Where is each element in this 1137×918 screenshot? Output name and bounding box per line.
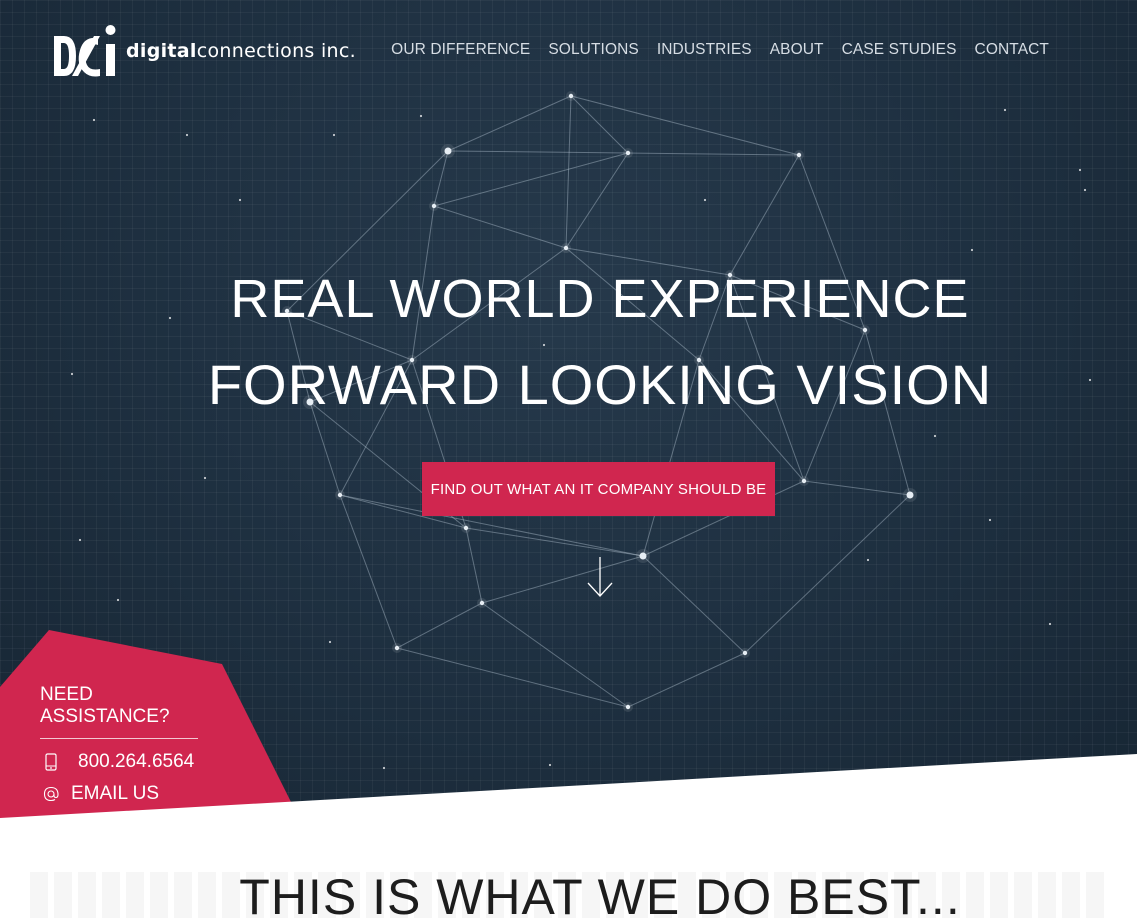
star-dot [185,133,189,137]
nav-contact[interactable]: CONTACT [975,41,1049,59]
network-edge [433,205,567,249]
network-node [906,491,914,499]
hero-headline-line1: REAL WORLD EXPERIENCE [230,269,970,329]
network-node [444,147,452,155]
star-dot [1003,108,1007,112]
network-edge [396,647,629,708]
network-edge [803,480,911,496]
star-dot [328,640,332,644]
star-dot [988,518,992,522]
network-node [394,645,400,651]
star-dot [542,343,546,347]
star-dot [970,248,974,252]
network-node [625,150,631,156]
network-edge [627,652,746,708]
star-dot [866,558,870,562]
star-dot [1083,188,1087,192]
network-node [801,478,807,484]
network-edge [642,555,746,654]
star-dot [78,538,82,542]
network-edge [729,154,800,276]
nav-solutions[interactable]: SOLUTIONS [548,41,638,59]
network-edge [481,555,644,604]
dci-logo-icon [54,25,116,77]
logo-wordmark: digitalconnections inc. [126,40,356,62]
network-edge [465,527,644,557]
network-node [431,203,437,209]
network-node [568,93,574,99]
network-edge [565,95,572,249]
logo[interactable]: digitalconnections inc. [54,20,356,78]
nav-our-difference[interactable]: OUR DIFFERENCE [391,41,530,59]
nav-about[interactable]: ABOUT [770,41,824,59]
star-dot [203,476,207,480]
network-edge [627,152,800,156]
network-node [337,492,343,498]
network-node [639,552,647,560]
star-dot [419,114,423,118]
network-edge [570,95,629,154]
cta-button[interactable]: FIND OUT WHAT AN IT COMPANY SHOULD BE [422,462,775,516]
assistance-title: NEED ASSISTANCE? [40,684,198,739]
star-dot [933,434,937,438]
arrow-down-icon[interactable] [586,555,614,599]
network-node [563,245,569,251]
nav-case-studies[interactable]: CASE STUDIES [842,41,957,59]
main-nav: OUR DIFFERENCE SOLUTIONS INDUSTRIES ABOU… [391,41,1049,59]
network-edge [396,602,483,649]
network-edge [465,527,483,604]
network-edge [339,494,398,649]
network-edge [570,95,800,156]
section-divider [0,754,1137,830]
network-node [463,525,469,531]
network-edge [447,95,572,152]
star-dot [116,598,120,602]
hero-section: digitalconnections inc. OUR DIFFERENCE S… [0,0,1137,820]
network-node [796,152,802,158]
nav-industries[interactable]: INDUSTRIES [657,41,752,59]
network-edge [433,150,449,207]
star-dot [92,118,96,122]
section-title: THIS IS WHAT WE DO BEST... [239,869,961,918]
star-dot [332,133,336,137]
network-node [479,600,485,606]
network-edge [481,602,629,708]
network-edge [744,494,911,654]
network-edge [447,150,629,154]
star-dot [238,198,242,202]
star-dot [1048,622,1052,626]
star-dot [1078,168,1082,172]
network-node [742,650,748,656]
hero-headline-line2: FORWARD LOOKING VISION [207,353,993,416]
network-node [625,704,631,710]
star-dot [703,198,707,202]
